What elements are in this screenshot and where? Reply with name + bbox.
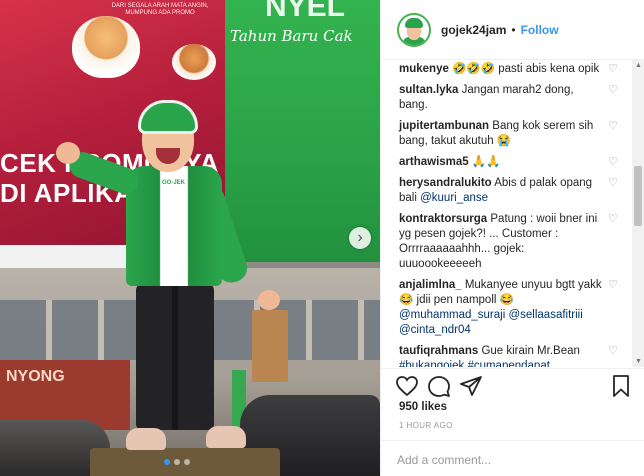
statue-paper-bag	[252, 310, 288, 382]
post-timestamp[interactable]: 1 HOUR AGO	[399, 421, 453, 430]
comment-mention-link[interactable]: @kuuri_anse	[420, 192, 488, 204]
food-dish-image	[172, 44, 216, 80]
comment-text: 🙏🙏	[468, 156, 501, 168]
comment-username[interactable]: mukenye	[399, 63, 449, 75]
statue-jacket: GO-JEK	[126, 166, 222, 286]
follow-button[interactable]: Follow	[521, 23, 559, 37]
chevron-right-icon: ›	[357, 229, 363, 246]
comment-like-heart-icon[interactable]: ♡	[608, 85, 619, 96]
comment-username[interactable]: anjalimlna_	[399, 279, 462, 291]
comment-like-heart-icon[interactable]: ♡	[608, 121, 619, 132]
statue-shoe-left	[126, 428, 166, 450]
comment-username[interactable]: sultan.lyka	[399, 84, 458, 96]
comment-username[interactable]: jupitertambunan	[399, 120, 489, 132]
comment-mention-link[interactable]: @cinta_ndr04	[399, 324, 471, 336]
comments-list[interactable]: mukenye 🤣🤣🤣 pasti abis kena opik ♡ sultan.…	[381, 60, 633, 367]
comment-like-heart-icon[interactable]: ♡	[608, 157, 619, 168]
comment-like-heart-icon[interactable]: ♡	[608, 346, 619, 357]
billboard-top-text: DARI SEGALA ARAH MATA ANGIN, MUMPUNG ADA…	[111, 3, 209, 16]
scrollbar-thumb[interactable]	[634, 166, 642, 226]
comment-item: sultan.lyka Jangan marah2 dong, bang. ♡	[381, 83, 633, 113]
comment-mention-link[interactable]: @sellaasafitriii	[508, 309, 582, 321]
comment-like-heart-icon[interactable]: ♡	[608, 280, 619, 291]
comment-username[interactable]: taufiqrahmans	[399, 345, 478, 357]
comment-item: kontraktorsurga Patung : woii bner ini y…	[381, 212, 633, 272]
comment-username[interactable]: herysandralukito	[399, 177, 492, 189]
comment-text: Gue kirain Mr.Bean	[478, 345, 580, 357]
heart-outline-icon[interactable]	[395, 374, 419, 398]
comment-item: jupitertambunan Bang kok serem sih bang,…	[381, 119, 633, 149]
comment-mention-link[interactable]: #bukangojek	[399, 360, 464, 367]
likes-count[interactable]: 950 likes	[399, 401, 447, 413]
comments-scrollbar[interactable]: ▲ ▼	[632, 60, 644, 367]
carousel-dot-3[interactable]	[184, 459, 190, 465]
jacket-logo-text: GO-JEK	[162, 180, 186, 186]
add-comment-bar	[381, 440, 644, 476]
post-photo[interactable]: DARI SEGALA ARAH MATA ANGIN, MUMPUNG ADA…	[0, 0, 380, 476]
comment-like-heart-icon[interactable]: ♡	[608, 214, 619, 225]
carousel-next-button[interactable]: ›	[349, 227, 371, 249]
post-header: gojek24jam • Follow	[381, 0, 644, 60]
comment-like-heart-icon[interactable]: ♡	[608, 64, 619, 75]
carousel-dots	[164, 459, 190, 465]
statue-shoe-right	[206, 426, 246, 448]
post-actions-bar	[381, 368, 644, 398]
comment-item: anjalimlna_ Mukanyee unyuu bgtt yakk 😂 j…	[381, 278, 633, 338]
share-arrow-icon[interactable]	[459, 374, 483, 398]
statue-pointing-hand	[56, 142, 80, 164]
comment-bubble-icon[interactable]	[427, 374, 451, 398]
statue-hand-right	[258, 290, 280, 310]
carousel-dot-2[interactable]	[174, 459, 180, 465]
billboard-green-headline: NYEL	[265, 0, 346, 23]
avatar-helmet	[405, 17, 423, 28]
billboard-green-subtitle: Tahun Baru Cak	[230, 27, 353, 45]
comment-mention-link[interactable]: #cumapendapat	[467, 360, 549, 367]
scroll-up-arrow-icon[interactable]: ▲	[635, 62, 642, 69]
comment-mention-link[interactable]: @muhammad_suraji	[399, 309, 505, 321]
bookmark-icon[interactable]	[609, 374, 633, 398]
scroll-down-arrow-icon[interactable]: ▼	[635, 358, 642, 365]
comment-item: arthawisma5 🙏🙏 ♡	[381, 155, 633, 170]
avatar[interactable]	[397, 12, 431, 47]
instagram-post-window: DARI SEGALA ARAH MATA ANGIN, MUMPUNG ADA…	[0, 0, 644, 476]
gojek-driver-statue: GO-JEK	[56, 100, 300, 476]
comment-item: taufiqrahmans Gue kirain Mr.Bean #bukang…	[381, 344, 633, 367]
shop-sign-text: NYONG	[6, 368, 65, 385]
add-comment-input[interactable]	[397, 451, 617, 469]
comment-username[interactable]: arthawisma5	[399, 156, 469, 168]
comment-like-heart-icon[interactable]: ♡	[608, 178, 619, 189]
post-side-panel: gojek24jam • Follow mukenye 🤣🤣🤣 pasti ab…	[380, 0, 644, 476]
statue-pants	[136, 284, 214, 430]
header-separator: •	[511, 22, 516, 37]
comment-text: 🤣🤣🤣 pasti abis kena opik	[448, 63, 600, 75]
carousel-dot-1[interactable]	[164, 459, 170, 465]
comment-item: mukenye 🤣🤣🤣 pasti abis kena opik ♡	[381, 62, 633, 77]
post-username[interactable]: gojek24jam	[441, 23, 506, 37]
comment-username[interactable]: kontraktorsurga	[399, 213, 487, 225]
statue-helmet	[138, 100, 198, 134]
comment-item: herysandralukito Abis d palak opang bali…	[381, 176, 633, 206]
food-bowl-image	[72, 16, 140, 78]
